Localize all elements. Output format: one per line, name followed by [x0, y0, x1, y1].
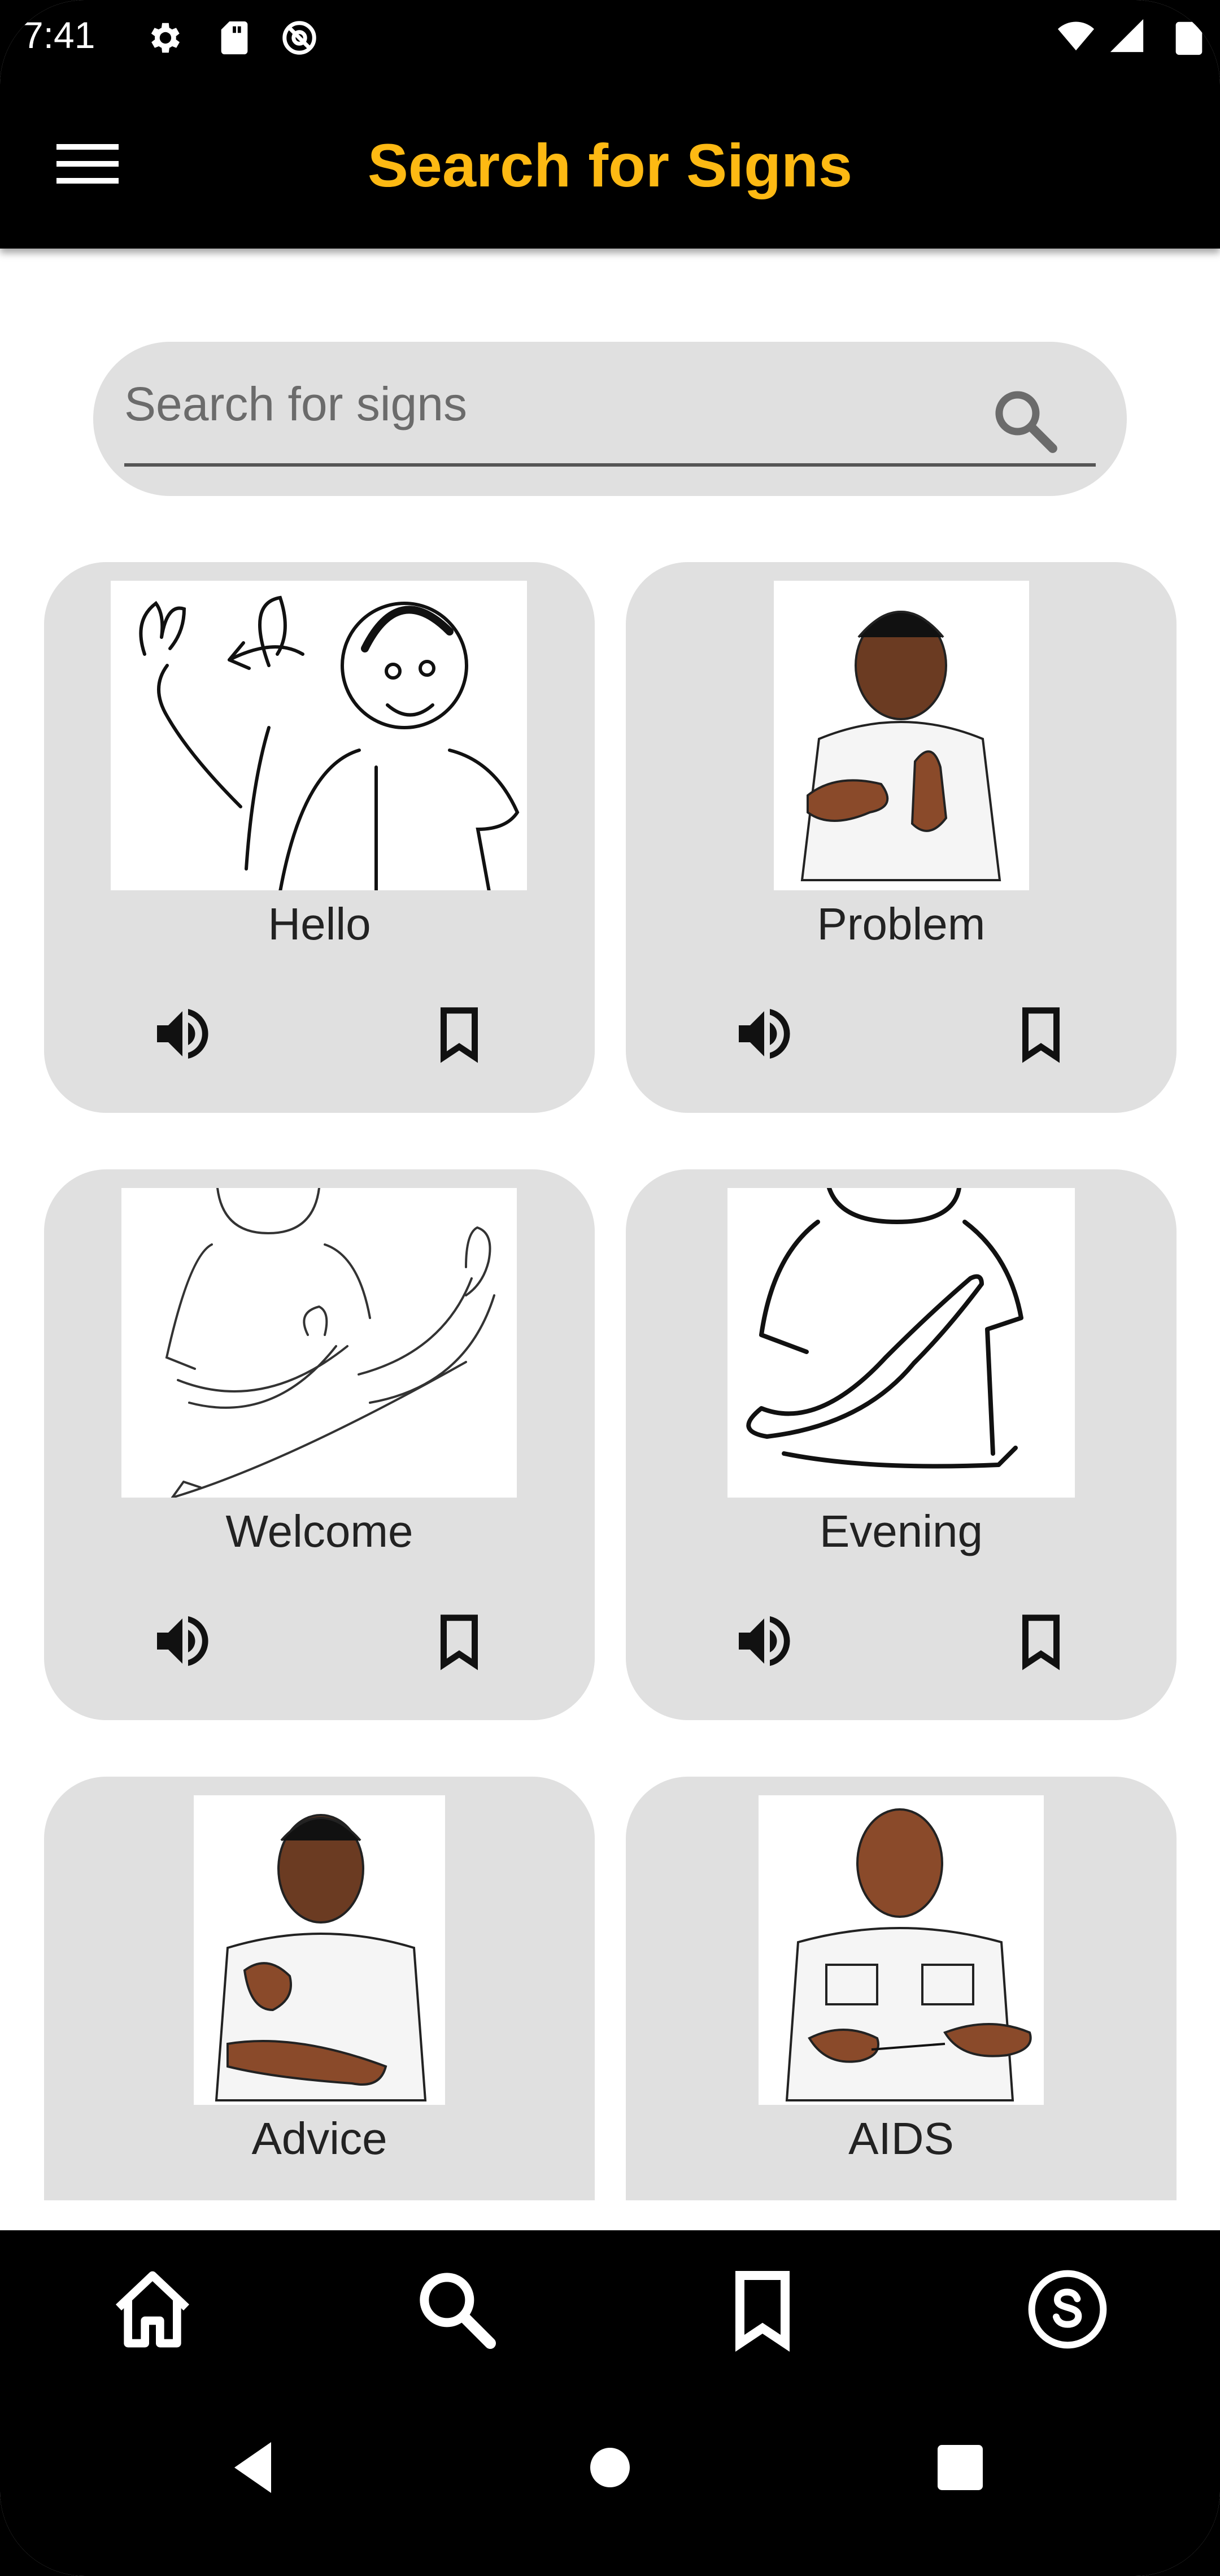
- bookmark-icon[interactable]: [1010, 1610, 1072, 1672]
- sign-card-welcome[interactable]: Welcome: [44, 1169, 595, 1720]
- gear-icon: [151, 23, 180, 53]
- bookmark-icon[interactable]: [428, 1610, 490, 1672]
- speaker-icon[interactable]: [149, 1607, 216, 1675]
- sign-card-advice[interactable]: Advice: [44, 1777, 595, 2200]
- sign-card-aids[interactable]: AIDS: [626, 1777, 1177, 2200]
- speaker-icon[interactable]: [149, 1000, 216, 1068]
- speaker-icon[interactable]: [730, 1607, 798, 1675]
- bottom-navigation: [0, 2230, 1220, 2576]
- welcome-illustration: [165, 1188, 495, 1498]
- sign-label: Problem: [817, 899, 986, 949]
- search-icon[interactable]: [411, 2264, 502, 2355]
- sign-label: Evening: [819, 1506, 983, 1556]
- status-time: 7:41: [23, 14, 95, 56]
- subscription-icon[interactable]: [1022, 2264, 1113, 2355]
- battery-icon: [1175, 21, 1202, 55]
- status-bar: 7:41: [0, 0, 1220, 73]
- app-bar: Search for Signs: [0, 73, 1220, 249]
- wifi-icon: [1057, 21, 1095, 51]
- sign-card-hello[interactable]: Hello: [44, 562, 595, 1113]
- sign-label: AIDS: [848, 2113, 954, 2164]
- sign-card-problem[interactable]: Problem: [626, 562, 1177, 1113]
- sign-image-welcome: [121, 1188, 517, 1498]
- sign-card-evening[interactable]: Evening: [626, 1169, 1177, 1720]
- bookmark-icon[interactable]: [717, 2264, 808, 2355]
- bookmark-icon[interactable]: [1010, 1003, 1072, 1065]
- page-title: Search for Signs: [367, 131, 853, 199]
- home-icon[interactable]: [107, 2264, 198, 2355]
- at-sign-icon: [282, 21, 316, 55]
- sign-image-problem: [774, 581, 1029, 890]
- sign-label: Hello: [268, 899, 371, 949]
- speaker-icon[interactable]: [730, 1000, 798, 1068]
- sd-card-icon: [221, 21, 248, 55]
- signal-icon: [1110, 19, 1144, 53]
- sign-image-advice: [194, 1795, 445, 2105]
- problem-illustration: [800, 611, 1001, 881]
- search-icon[interactable]: [988, 384, 1062, 458]
- sign-label: Welcome: [225, 1506, 413, 1556]
- search-box[interactable]: [93, 342, 1127, 496]
- evening-illustration: [746, 1188, 1023, 1469]
- search-underline: [124, 463, 1096, 467]
- search-input[interactable]: [124, 373, 971, 435]
- aids-illustration: [785, 1808, 1032, 2101]
- bookmark-icon[interactable]: [428, 1003, 490, 1065]
- sign-label: Advice: [251, 2113, 387, 2164]
- app-screen: 7:41 Search for Signs Search for signs H…: [0, 0, 1220, 2576]
- sign-grid: Hello Problem Welcome Evening Advice AID…: [0, 562, 1220, 2200]
- sign-image-aids: [759, 1795, 1044, 2105]
- hello-illustration: [139, 595, 520, 890]
- sign-image-hello: [111, 581, 527, 890]
- sign-image-evening: [727, 1188, 1075, 1498]
- back-icon[interactable]: [220, 2434, 288, 2501]
- advice-illustration: [215, 1814, 427, 2101]
- recents-icon[interactable]: [926, 2434, 994, 2501]
- home-circle-icon[interactable]: [576, 2434, 644, 2501]
